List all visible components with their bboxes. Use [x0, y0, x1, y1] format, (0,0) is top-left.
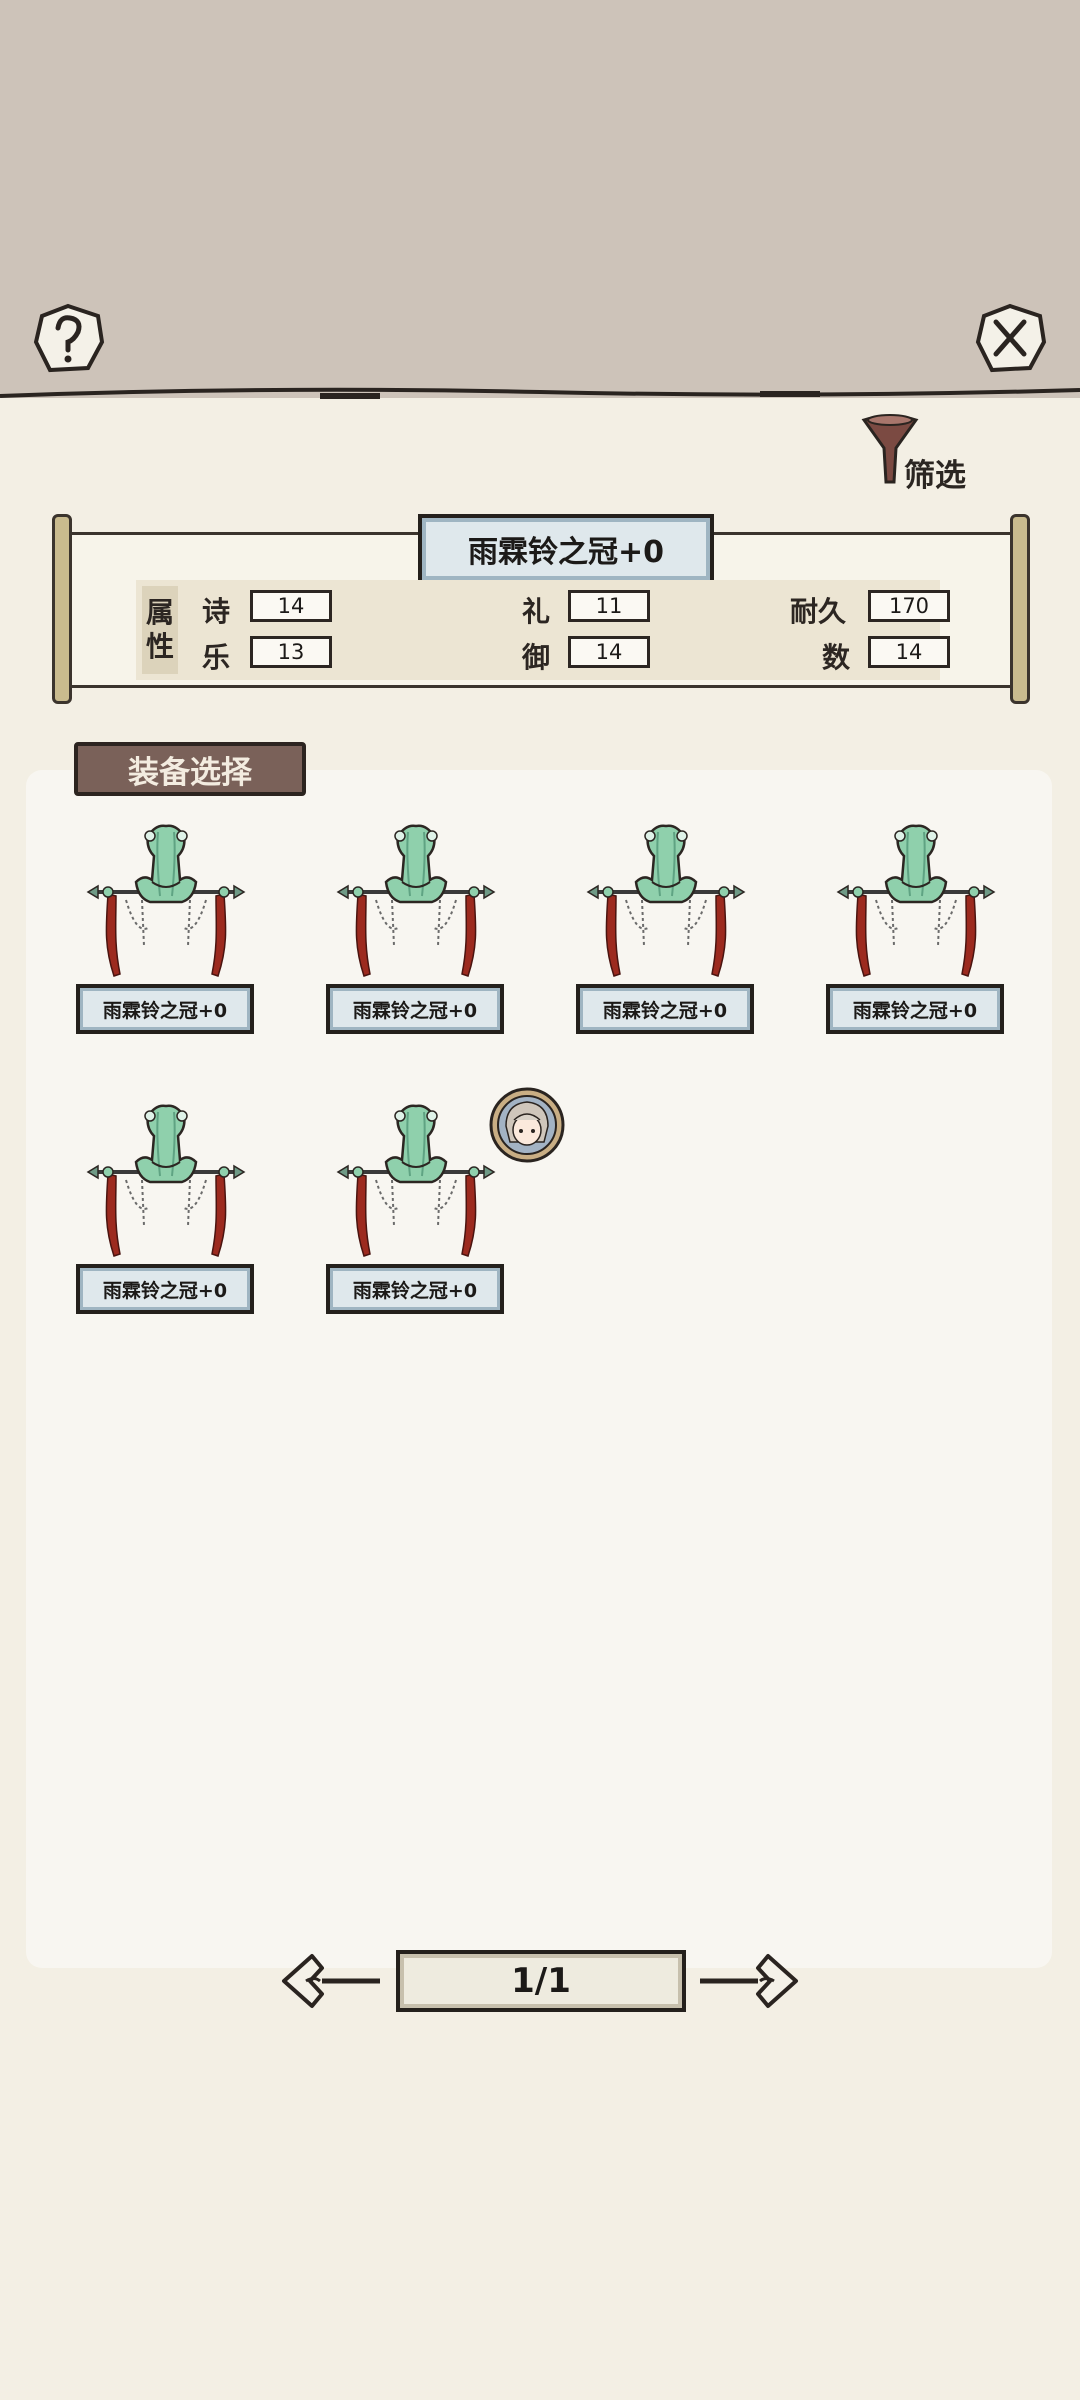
stat-label-math: 数	[822, 641, 851, 674]
attribute-strip: 属 性 诗 14 礼 11 耐久 170 乐 13 御 14 数 14	[136, 580, 950, 680]
scroll-rod-right	[1010, 514, 1030, 704]
jade-crown-icon	[586, 823, 746, 978]
stat-value-durability: 170	[868, 590, 950, 622]
filter-label: 筛选	[904, 458, 966, 494]
jade-crown-icon	[86, 1103, 246, 1258]
equipment-item[interactable]: 雨霖铃之冠+0	[576, 816, 756, 1046]
attribute-header-char-1: 属	[145, 596, 174, 629]
equipment-grid: 雨霖铃之冠+0 雨霖铃之冠+0 雨霖铃之冠+0 雨霖铃之冠+0 雨霖铃之冠+0 …	[26, 770, 1052, 1968]
equipment-item-name: 雨霖铃之冠+0	[576, 984, 754, 1034]
filter-button[interactable]: 筛选	[860, 410, 980, 494]
help-button[interactable]	[30, 302, 106, 374]
equipment-item-name: 雨霖铃之冠+0	[76, 1264, 254, 1314]
jade-crown-icon	[836, 823, 996, 978]
equipment-item[interactable]: 雨霖铃之冠+0	[326, 1087, 565, 1326]
close-x-icon	[975, 303, 1047, 373]
equipment-item-name: 雨霖铃之冠+0	[326, 1264, 504, 1314]
equipment-item[interactable]: 雨霖铃之冠+0	[326, 816, 506, 1046]
equipment-item-name: 雨霖铃之冠+0	[76, 984, 254, 1034]
equipment-item[interactable]: 雨霖铃之冠+0	[826, 816, 1006, 1046]
selected-item-title: 雨霖铃之冠+0	[418, 514, 714, 584]
arrow-left-icon[interactable]	[276, 1948, 386, 2014]
stat-label-durability: 耐久	[790, 595, 847, 628]
stat-value-poetry: 14	[250, 590, 332, 622]
jade-crown-icon	[336, 823, 496, 978]
stat-value-math: 14	[868, 636, 950, 668]
selected-item-panel: 雨霖铃之冠+0 属 性 诗 14 礼 11 耐久 170 乐 13 御 14 数…	[52, 514, 1030, 704]
equipment-select-title: 装备选择	[74, 742, 306, 796]
stat-label-rites: 礼	[522, 595, 551, 628]
stat-value-charioteering: 14	[568, 636, 650, 668]
equipment-item[interactable]: 雨霖铃之冠+0	[76, 1096, 256, 1326]
jade-crown-icon	[86, 823, 246, 978]
ink-divider	[0, 387, 1080, 399]
attribute-header: 属 性	[142, 586, 178, 674]
arrow-right-icon[interactable]	[694, 1948, 804, 2014]
pagination: 1/1	[270, 1944, 810, 2018]
scroll-rod-left	[52, 514, 72, 704]
attribute-header-char-2: 性	[145, 630, 174, 663]
equipment-item-name: 雨霖铃之冠+0	[326, 984, 504, 1034]
stat-label-charioteering: 御	[522, 641, 551, 674]
page-indicator: 1/1	[396, 1950, 686, 2012]
stat-value-rites: 11	[568, 590, 650, 622]
equipment-item-name: 雨霖铃之冠+0	[826, 984, 1004, 1034]
close-button[interactable]	[972, 302, 1048, 374]
top-header-band	[0, 0, 1080, 398]
stat-label-music: 乐	[202, 641, 231, 674]
jade-crown-icon	[336, 1103, 496, 1258]
equipment-item[interactable]: 雨霖铃之冠+0	[76, 816, 256, 1046]
question-mark-icon	[33, 303, 105, 373]
stat-label-poetry: 诗	[202, 595, 231, 628]
character-avatar-badge	[489, 1087, 565, 1163]
stat-value-music: 13	[250, 636, 332, 668]
